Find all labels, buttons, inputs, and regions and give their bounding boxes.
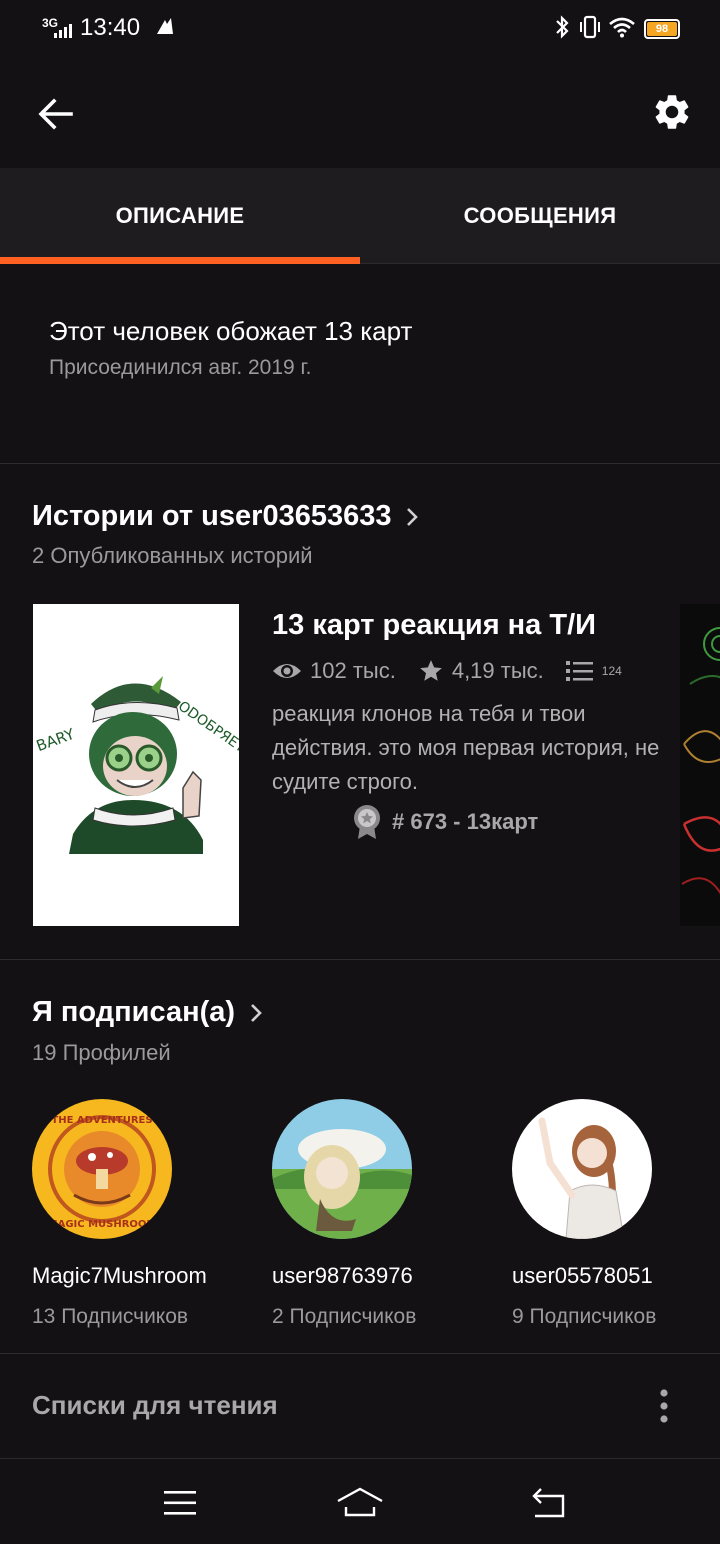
story-cover-next[interactable] <box>680 604 720 926</box>
svg-text:THE ADVENTURES: THE ADVENTURES <box>51 1115 152 1126</box>
vibrate-icon <box>580 15 600 39</box>
more-options-button[interactable] <box>648 1386 680 1426</box>
avatar <box>512 1099 652 1239</box>
following-section-title[interactable]: Я подписан(а) <box>32 996 267 1029</box>
story-cover-image: BARY ODOБРЯЕТ <box>33 604 239 926</box>
profile-card[interactable]: user98763976 2 Подписчиков <box>272 1099 472 1329</box>
following-title-text: Я подписан(а) <box>32 996 236 1028</box>
back-icon <box>532 1488 565 1518</box>
following-count: 19 Профилей <box>32 1040 171 1065</box>
home-icon <box>337 1487 383 1517</box>
reading-lists-label[interactable]: Списки для чтения <box>32 1390 278 1421</box>
rank-badge-icon <box>354 805 380 839</box>
joined-date: Присоединился авг. 2019 г. <box>49 356 312 379</box>
battery-level: 98 <box>647 22 677 36</box>
battery-icon: 98 <box>644 19 680 39</box>
divider <box>0 1353 720 1354</box>
parts-count: 124 <box>601 664 622 678</box>
profile-name: user98763976 <box>272 1263 413 1288</box>
votes-stat: 4,19 тыс. <box>418 658 544 684</box>
active-tab-indicator <box>0 257 360 264</box>
profile-card[interactable]: THE ADVENTURES MAGIC MUSHROOM Magic7Mush… <box>32 1099 232 1329</box>
tab-label: СООБЩЕНИЯ <box>463 203 617 228</box>
profile-name: Magic7Mushroom <box>32 1263 207 1288</box>
story-title[interactable]: 13 карт реакция на Т/И <box>272 609 596 642</box>
chevron-right-icon <box>251 1003 262 1022</box>
views-stat: 102 тыс. <box>272 658 396 684</box>
tab-bar: ОПИСАНИЕ СООБЩЕНИЯ <box>0 168 720 264</box>
profile-followers: 9 Подписчиков <box>512 1305 657 1328</box>
system-nav-bar <box>0 1458 720 1544</box>
notification-icon <box>157 18 173 34</box>
divider <box>0 463 720 464</box>
wifi-icon <box>609 17 635 38</box>
avatar-text: MAGIC MUSHROOM <box>48 1219 157 1230</box>
recent-apps-button[interactable] <box>150 1479 210 1527</box>
bluetooth-icon <box>556 15 569 39</box>
tab-label: ОПИСАНИЕ <box>115 203 245 228</box>
chevron-right-icon <box>407 507 419 526</box>
rank-text: # 673 - 13карт <box>392 809 539 834</box>
avatar: THE ADVENTURES MAGIC MUSHROOM <box>32 1099 172 1239</box>
home-button[interactable] <box>330 1479 390 1527</box>
story-cover[interactable]: BARY ODOБРЯЕТ <box>33 604 239 926</box>
votes-count: 4,19 тыс. <box>451 658 544 683</box>
stories-title-text: Истории от user03653633 <box>32 500 392 532</box>
tab-description[interactable]: ОПИСАНИЕ <box>0 168 360 264</box>
signal-icon <box>54 24 72 38</box>
story-stats: 102 тыс. 4,19 тыс. 124 <box>272 654 644 688</box>
list-icon <box>565 661 593 681</box>
story-description: реакция клонов на тебя и твои действия. … <box>272 701 660 794</box>
status-bar: 3G 13:40 98 <box>0 0 720 56</box>
kebab-menu-icon <box>660 1389 668 1423</box>
parts-stat: 124 <box>565 659 622 683</box>
gear-icon <box>655 95 689 129</box>
profile-followers: 13 Подписчиков <box>32 1305 189 1328</box>
views-count: 102 тыс. <box>310 658 396 683</box>
about-text: Этот человек обожает 13 карт <box>49 316 413 346</box>
profile-card[interactable]: user05578051 9 Подписчиков <box>512 1099 712 1329</box>
stories-count: 2 Опубликованных историй <box>32 543 313 568</box>
avatar <box>272 1099 412 1239</box>
story-rank: # 673 - 13карт <box>352 804 538 840</box>
stories-section-title[interactable]: Истории от user03653633 <box>32 500 423 533</box>
menu-icon <box>164 1491 196 1515</box>
tab-messages[interactable]: СООБЩЕНИЯ <box>360 168 720 264</box>
divider <box>0 959 720 960</box>
story-cover-image <box>680 604 720 926</box>
settings-button[interactable] <box>644 84 700 140</box>
back-button[interactable] <box>30 88 82 140</box>
eye-icon <box>273 664 301 678</box>
profile-followers: 2 Подписчиков <box>272 1305 417 1328</box>
profile-name: user05578051 <box>512 1263 653 1288</box>
arrow-left-icon <box>38 98 73 130</box>
system-back-button[interactable] <box>518 1479 578 1527</box>
clock: 13:40 <box>80 14 141 41</box>
star-icon <box>419 660 442 681</box>
